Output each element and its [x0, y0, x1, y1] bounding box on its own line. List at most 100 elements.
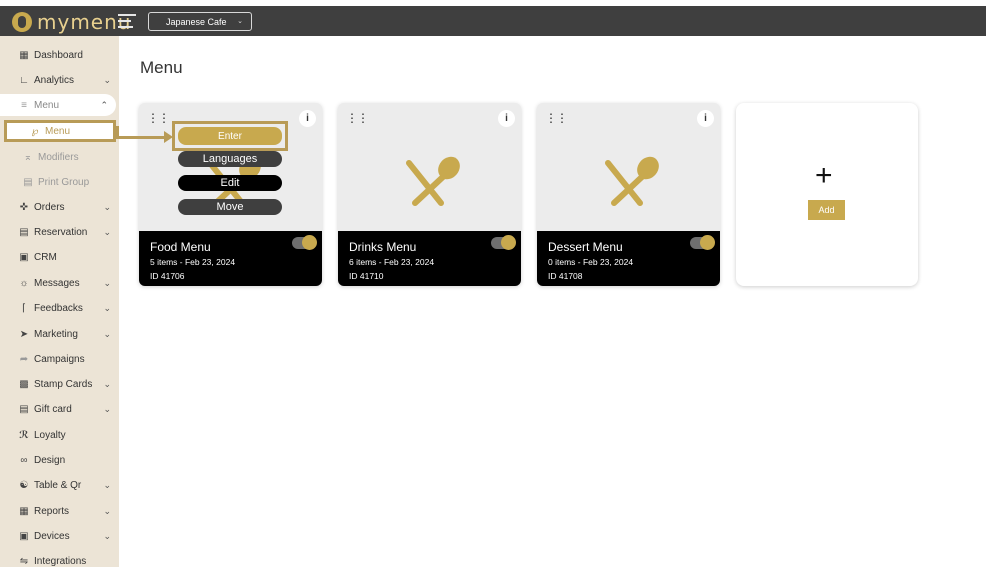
menu-card-id: ID 41710	[349, 271, 384, 281]
report-icon: ▦	[19, 505, 29, 517]
stamp-card-icon: ▩	[19, 378, 29, 390]
sidebar-item-label: Menu	[34, 99, 60, 111]
menu-enabled-toggle[interactable]	[690, 235, 715, 250]
sidebar-item-gift-card[interactable]: ▤ Gift card ⌄	[0, 398, 119, 420]
languages-button[interactable]: Languages	[178, 151, 282, 167]
print-group-icon: ▤	[23, 176, 33, 188]
table-icon: ☯	[19, 479, 29, 491]
menu-card-dessert[interactable]: ⋮⋮ i Dessert Menu 0 items - Feb 23, 2024…	[537, 103, 720, 286]
sidebar-item-feedbacks[interactable]: ⌈ Feedbacks ⌄	[0, 297, 119, 319]
sidebar-subitem-print-group[interactable]: ▤ Print Group	[0, 171, 119, 193]
add-menu-card[interactable]: + Add	[736, 103, 918, 286]
drag-handle-icon[interactable]: ⋮⋮	[545, 112, 568, 124]
drag-handle-icon[interactable]: ⋮⋮	[346, 112, 369, 124]
megaphone-icon: ➤	[19, 328, 29, 340]
sidebar-item-dashboard[interactable]: ▦ Dashboard	[0, 44, 119, 66]
sidebar-item-campaigns[interactable]: ➦ Campaigns	[0, 348, 119, 370]
sidebar-item-label: Analytics	[34, 74, 75, 86]
menu-card-name: Dessert Menu	[548, 240, 623, 254]
sidebar-subitem-menu[interactable]: ℘ Menu	[4, 120, 116, 142]
menu-card-drinks[interactable]: ⋮⋮ i Drinks Menu 6 items - Feb 23, 2024 …	[338, 103, 521, 286]
sidebar-item-menu[interactable]: ≡ Menu ⌃	[0, 94, 116, 116]
sidebar-item-reservation[interactable]: ▤ Reservation ⌄	[0, 221, 119, 243]
sidebar-item-stamp-cards[interactable]: ▩ Stamp Cards ⌄	[0, 373, 119, 395]
menu-card-id: ID 41706	[150, 271, 185, 281]
sidebar-item-label: Campaigns	[34, 353, 85, 365]
chevron-up-icon: ⌃	[100, 99, 108, 110]
edit-button[interactable]: Edit	[178, 175, 282, 191]
chevron-down-icon: ⌄	[237, 18, 243, 25]
callout-arrow-line	[116, 136, 170, 139]
store-select-value: Japanese Cafe	[166, 16, 227, 27]
sidebar-item-messages[interactable]: ☼ Messages ⌄	[0, 272, 119, 294]
menu-card-name: Drinks Menu	[349, 240, 417, 254]
sidebar-item-orders[interactable]: ✜ Orders ⌄	[0, 196, 119, 218]
chevron-down-icon: ⌄	[103, 74, 111, 85]
design-icon: ∞	[20, 454, 28, 466]
sidebar-item-label: Dashboard	[34, 49, 83, 61]
chevron-down-icon: ⌄	[103, 302, 111, 313]
move-button[interactable]: Move	[178, 199, 282, 215]
device-icon: ▣	[19, 530, 29, 542]
sidebar-item-label: CRM	[34, 251, 57, 263]
sidebar-item-marketing[interactable]: ➤ Marketing ⌄	[0, 323, 119, 345]
menu-enabled-toggle[interactable]	[491, 235, 516, 250]
enter-button-highlight: Enter	[172, 121, 288, 151]
plus-icon: +	[815, 159, 833, 192]
feedback-icon: ⌈	[22, 302, 26, 314]
callout-arrow-head-icon	[164, 131, 173, 143]
store-select[interactable]: Japanese Cafe ⌄	[148, 12, 252, 31]
sidebar-item-analytics[interactable]: ∟ Analytics ⌄	[0, 69, 119, 91]
chevron-down-icon: ⌄	[103, 201, 111, 212]
sidebar-subitem-modifiers[interactable]: ⌅ Modifiers	[0, 146, 119, 168]
menu-card-footer: Food Menu 5 items - Feb 23, 2024 ID 4170…	[139, 231, 322, 286]
enter-button[interactable]: Enter	[178, 127, 282, 145]
chevron-down-icon: ⌄	[103, 403, 111, 414]
utensils-icon: ℘	[31, 125, 39, 137]
sidebar-item-integrations[interactable]: ⇋ Integrations	[0, 550, 119, 572]
menu-card-meta: 6 items - Feb 23, 2024	[349, 257, 435, 267]
sidebar-item-label: Reports	[34, 505, 70, 517]
sidebar-item-label: Reservation	[34, 226, 88, 238]
sidebar-item-reports[interactable]: ▦ Reports ⌄	[0, 500, 119, 522]
utensils-icon	[605, 156, 659, 206]
sidebar-item-design[interactable]: ∞ Design	[0, 449, 119, 471]
chevron-down-icon: ⌄	[103, 530, 111, 541]
more-options-icon[interactable]: i	[697, 110, 714, 127]
campaign-icon: ➦	[19, 353, 29, 365]
orders-icon: ✜	[19, 201, 29, 213]
sidebar-item-devices[interactable]: ▣ Devices ⌄	[0, 525, 119, 547]
menu-card-footer: Dessert Menu 0 items - Feb 23, 2024 ID 4…	[537, 231, 720, 286]
sidebar-item-label: Menu	[45, 125, 71, 137]
sidebar-item-label: Feedbacks	[34, 302, 83, 314]
top-bar: mymenu Japanese Cafe ⌄	[0, 6, 986, 36]
utensils-icon	[406, 156, 460, 206]
drag-handle-icon[interactable]: ⋮⋮	[147, 112, 170, 124]
integrations-icon: ⇋	[19, 555, 29, 567]
sidebar-item-table-qr[interactable]: ☯ Table & Qr ⌄	[0, 474, 119, 496]
reservation-icon: ▤	[19, 226, 29, 238]
menu-enabled-toggle[interactable]	[292, 235, 317, 250]
app-logo[interactable]: mymenu	[12, 10, 131, 34]
more-options-icon[interactable]: i	[498, 110, 515, 127]
add-menu-button[interactable]: Add	[808, 200, 845, 220]
sidebar-item-label: Gift card	[34, 403, 72, 415]
sidebar-item-label: Devices	[34, 530, 70, 542]
sidebar-item-label: Stamp Cards	[34, 378, 93, 390]
hamburger-menu-icon[interactable]	[118, 14, 136, 28]
more-options-icon[interactable]: i	[299, 110, 316, 127]
chevron-down-icon: ⌄	[103, 378, 111, 389]
expand-icon: ⌅	[23, 151, 33, 163]
sidebar-item-crm[interactable]: ▣ CRM	[0, 246, 119, 268]
grid-icon: ▦	[19, 49, 29, 61]
chevron-down-icon: ⌄	[103, 328, 111, 339]
chevron-down-icon: ⌄	[103, 226, 111, 237]
sidebar-item-loyalty[interactable]: ℛ Loyalty	[0, 424, 119, 446]
sidebar-item-label: Orders	[34, 201, 65, 213]
menu-card-meta: 0 items - Feb 23, 2024	[548, 257, 634, 267]
chevron-down-icon: ⌄	[103, 277, 111, 288]
gift-icon: ▤	[19, 403, 29, 415]
menu-card-meta: 5 items - Feb 23, 2024	[150, 257, 236, 267]
chevron-down-icon: ⌄	[103, 505, 111, 516]
sidebar-item-label: Integrations	[34, 555, 87, 567]
